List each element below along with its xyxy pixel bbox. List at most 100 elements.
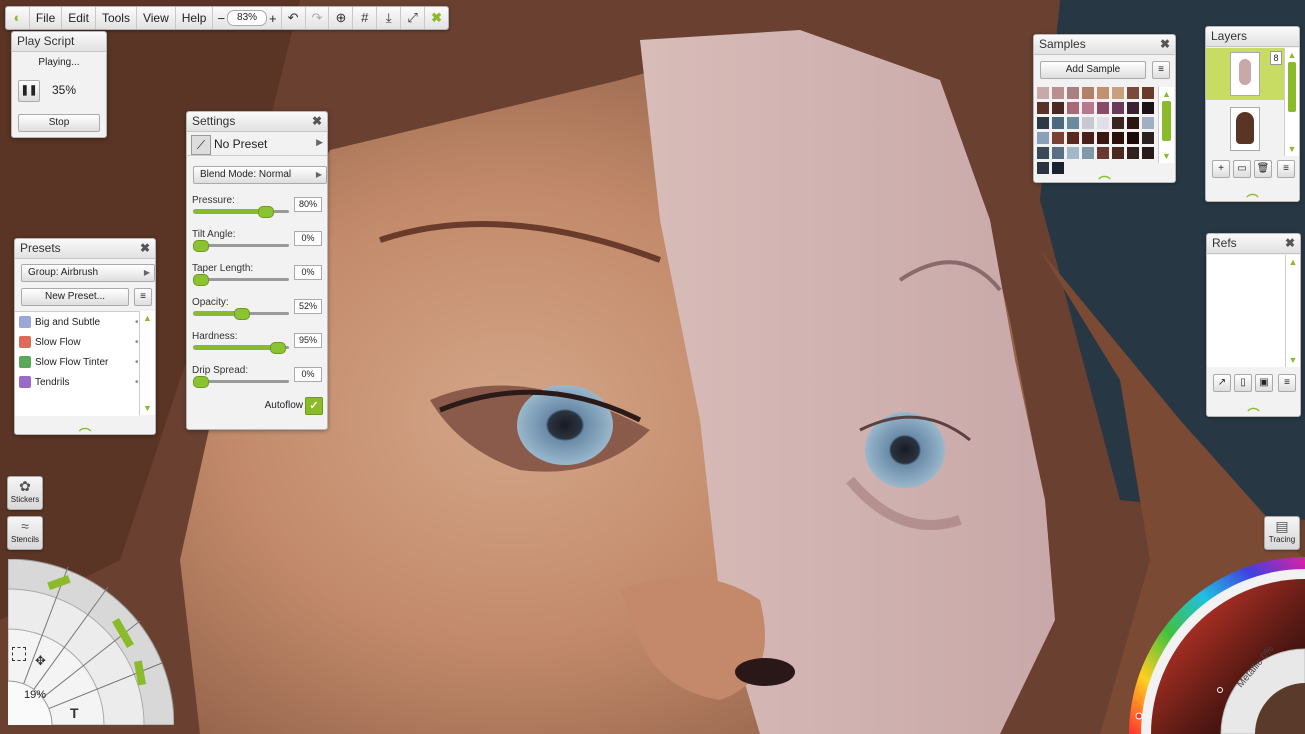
slider-handle[interactable] <box>193 274 209 286</box>
color-swatch[interactable] <box>1052 102 1064 114</box>
preset-item[interactable]: Slow Flow • <box>19 334 139 352</box>
slider-track[interactable] <box>193 206 289 218</box>
slider-handle[interactable] <box>258 206 274 218</box>
import-ref-icon[interactable]: ↗ <box>1213 374 1231 392</box>
text-tool-icon[interactable]: T <box>70 705 79 721</box>
menu-help[interactable]: Help <box>176 7 214 29</box>
slider-handle[interactable] <box>193 376 209 388</box>
stop-button[interactable]: Stop <box>18 114 100 132</box>
new-preset-button[interactable]: New Preset... <box>21 288 129 306</box>
scroll-thumb[interactable] <box>1288 62 1296 112</box>
color-swatch[interactable] <box>1067 87 1079 99</box>
color-swatch[interactable] <box>1052 162 1064 174</box>
color-swatch[interactable] <box>1097 102 1109 114</box>
preset-options-icon[interactable]: • <box>135 354 139 372</box>
preset-item[interactable]: Tendrils • <box>19 374 139 392</box>
close-icon[interactable]: ✖ <box>1160 35 1170 54</box>
layers-menu-icon[interactable]: ≡ <box>1277 160 1295 178</box>
slider-value[interactable]: 95% <box>294 333 322 348</box>
color-swatch[interactable] <box>1127 87 1139 99</box>
slider-value[interactable]: 80% <box>294 197 322 212</box>
color-swatch[interactable] <box>1082 102 1094 114</box>
pause-button[interactable]: ❚❚ <box>18 80 40 102</box>
color-swatch[interactable] <box>1142 147 1154 159</box>
panel-grip-icon[interactable]: ︵ <box>1242 183 1264 200</box>
layers-scrollbar[interactable]: ▲ ▼ <box>1284 48 1299 156</box>
preset-options-icon[interactable]: • <box>135 334 139 352</box>
fullscreen-icon[interactable]: ⤢ <box>401 7 426 29</box>
zoom-out-button[interactable]: − <box>217 11 225 26</box>
slider-track[interactable] <box>193 240 289 252</box>
color-swatch[interactable] <box>1112 132 1124 144</box>
color-swatch[interactable] <box>1037 87 1049 99</box>
slider-handle[interactable] <box>193 240 209 252</box>
color-swatch[interactable] <box>1127 132 1139 144</box>
color-swatch[interactable] <box>1142 87 1154 99</box>
refs-scrollbar[interactable]: ▲ ▼ <box>1285 255 1300 367</box>
stencils-button[interactable]: ≈ Stencils <box>7 516 43 550</box>
color-swatch[interactable] <box>1097 147 1109 159</box>
scroll-down-icon[interactable]: ▼ <box>1159 151 1174 161</box>
preset-item[interactable]: Big and Subtle • <box>19 314 139 332</box>
color-swatch[interactable] <box>1037 132 1049 144</box>
presets-menu-icon[interactable]: ≡ <box>134 288 152 306</box>
scroll-down-icon[interactable]: ▼ <box>140 403 155 413</box>
folder-icon[interactable]: ▭ <box>1233 160 1251 178</box>
color-swatch[interactable] <box>1037 162 1049 174</box>
preset-item[interactable]: Slow Flow Tinter • <box>19 354 139 372</box>
color-swatch[interactable] <box>1037 147 1049 159</box>
slider-track[interactable] <box>193 342 289 354</box>
color-swatch[interactable] <box>1052 87 1064 99</box>
zoom-in-button[interactable]: + <box>269 11 277 26</box>
scroll-up-icon[interactable]: ▲ <box>1286 257 1300 267</box>
slider-track[interactable] <box>193 274 289 286</box>
move-canvas-icon[interactable]: ⊕ <box>329 7 354 29</box>
undo-icon[interactable]: ↶ <box>282 7 306 29</box>
slider-handle[interactable] <box>234 308 250 320</box>
zoom-value[interactable]: 83% <box>227 10 268 26</box>
color-swatch[interactable] <box>1112 102 1124 114</box>
menu-file[interactable]: File <box>30 7 63 29</box>
preset-options-icon[interactable]: • <box>135 374 139 392</box>
panel-grip-icon[interactable]: ︵ <box>1094 165 1116 182</box>
color-swatch[interactable] <box>1037 117 1049 129</box>
color-swatch[interactable] <box>1142 102 1154 114</box>
brush-size-value[interactable]: 19% <box>24 689 46 701</box>
tool-picker-wheel[interactable]: 19% T ✥ <box>8 559 174 725</box>
scroll-up-icon[interactable]: ▲ <box>1285 50 1299 60</box>
color-swatch[interactable] <box>1112 147 1124 159</box>
add-sample-button[interactable]: Add Sample <box>1040 61 1146 79</box>
slider-value[interactable]: 0% <box>294 265 322 280</box>
color-swatch[interactable] <box>1052 132 1064 144</box>
slider-value[interactable]: 52% <box>294 299 322 314</box>
color-swatch[interactable] <box>1097 132 1109 144</box>
color-swatch[interactable] <box>1067 102 1079 114</box>
color-picker-wheel[interactable]: Metallic 0% <box>1129 557 1305 734</box>
download-icon[interactable]: ⤓ <box>377 7 402 29</box>
bookmark-icon[interactable]: ▯ <box>1234 374 1252 392</box>
layer-item-selected[interactable]: 8 <box>1206 48 1284 100</box>
group-dropdown[interactable]: Group: Airbrush ▶ <box>21 264 155 282</box>
preset-selector[interactable]: ⟋ No Preset ▶ <box>187 133 327 156</box>
color-swatch[interactable] <box>1127 117 1139 129</box>
color-swatch[interactable] <box>1112 87 1124 99</box>
lock-icon[interactable]: 8 <box>1270 51 1282 65</box>
app-logo-icon[interactable]: ◐ <box>6 7 30 29</box>
redo-icon[interactable]: ↷ <box>306 7 330 29</box>
tracing-button[interactable]: ▤ Tracing <box>1264 516 1300 550</box>
trash-icon[interactable]: 🗑 <box>1254 160 1272 178</box>
slider-handle[interactable] <box>270 342 286 354</box>
color-swatch[interactable] <box>1082 132 1094 144</box>
color-swatch[interactable] <box>1142 132 1154 144</box>
slider-track[interactable] <box>193 308 289 320</box>
scroll-thumb[interactable] <box>1162 101 1171 141</box>
close-icon[interactable]: ✖ <box>140 239 150 258</box>
slider-value[interactable]: 0% <box>294 231 322 246</box>
layer-item[interactable] <box>1206 103 1284 155</box>
panel-grip-icon[interactable]: ︵ <box>1243 397 1265 414</box>
blend-mode-dropdown[interactable]: Blend Mode: Normal ▶ <box>193 166 327 184</box>
slider-value[interactable]: 0% <box>294 367 322 382</box>
color-swatch[interactable] <box>1082 117 1094 129</box>
add-layer-icon[interactable]: + <box>1212 160 1230 178</box>
preset-options-icon[interactable]: • <box>135 314 139 332</box>
